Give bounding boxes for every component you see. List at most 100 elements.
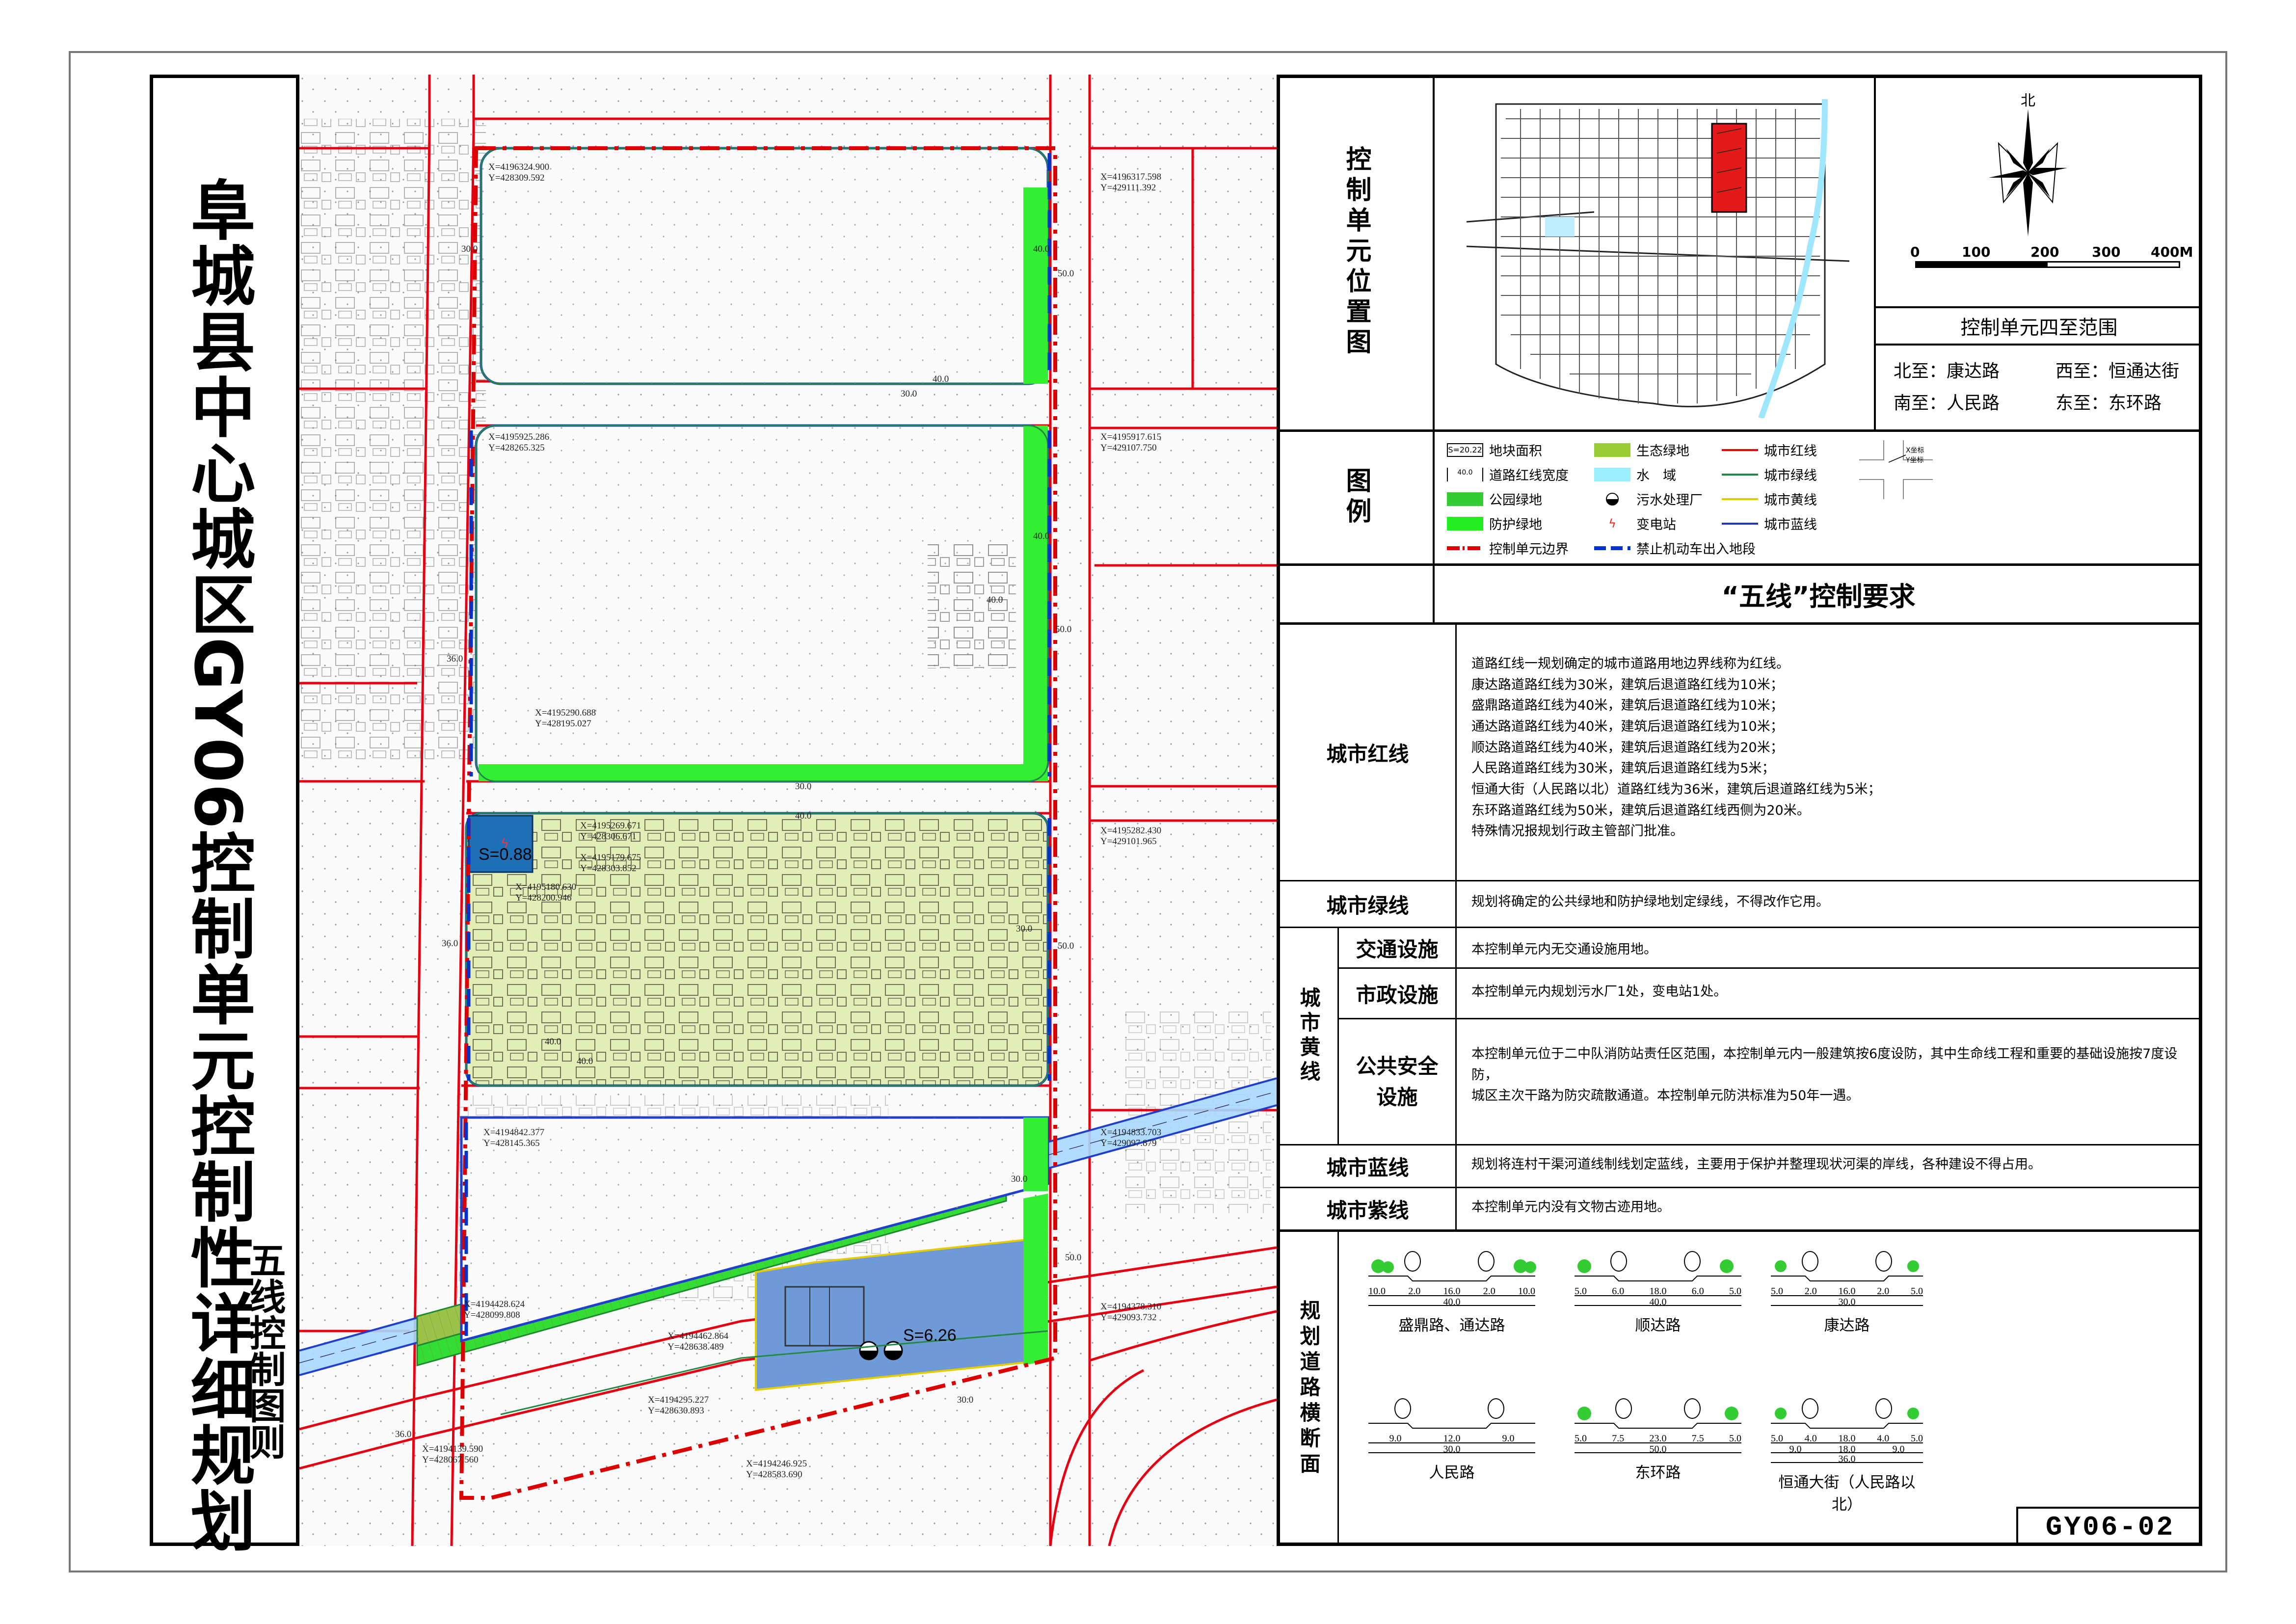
coordinate-label: X=4194246.925 Y=428583.690 [746, 1459, 807, 1480]
legend-item-no-entry: 禁止机动车出入地段 [1594, 538, 1756, 558]
coordinate-label: X=4194378.310 Y=429093.732 [1100, 1302, 1162, 1323]
red-line-label: 城市红线 [1326, 742, 1409, 766]
coordinate-label: X=4195925.286 Y=428265.325 [488, 432, 550, 453]
section-name: 东环路 [1635, 1464, 1681, 1482]
road-width-label: 40.0 [795, 811, 812, 821]
road-width-label: 50.0 [1065, 1252, 1082, 1263]
bounds-title: 控制单元四至范围 [1960, 317, 2118, 339]
coordinate-label: X=4195290.688 Y=428195.027 [535, 708, 596, 729]
road-width-label: 40.0 [577, 1056, 593, 1066]
section-dims: 5.0 7.5 23.0 7.5 5.0 [1575, 1433, 1741, 1444]
municipal-label: 市政设施 [1356, 983, 1439, 1007]
drawing-number: GY06-02 [2016, 1507, 2202, 1546]
legend-item-road-width: 40.0 道路红线宽度 [1447, 465, 1569, 484]
section-total: 40.0 [1443, 1297, 1461, 1307]
blue-line-swatch [1722, 522, 1758, 525]
coordinate-label: X=4195269.671 Y=428306.671 [580, 821, 641, 842]
legend-label-cell: 图例 [1280, 432, 1435, 563]
section-name: 康达路 [1824, 1317, 1870, 1334]
section-dims: 5.0 2.0 16.0 2.0 5.0 [1771, 1286, 1923, 1297]
legend-item-substation: ϟ 变电站 [1594, 514, 1676, 533]
traffic-label-cell: 交通设施 [1339, 928, 1457, 967]
road-width-label: 36.0 [447, 654, 463, 664]
road-width-label: 40.0 [987, 595, 1003, 605]
coordinate-label: X=4194833.703 Y=429097.879 [1100, 1127, 1162, 1148]
legend-item-yellow-line: 城市黄线 [1722, 489, 1817, 508]
section-dims: 5.0 4.0 18.0 4.0 5.0 [1771, 1433, 1923, 1444]
blue-line-text: 规划将连村干渠河道线制线划定蓝线，主要用于保护并整理现状河渠的岸线，各种建设不得… [1471, 1157, 2041, 1172]
map-canvas: ϟ [299, 75, 1277, 1546]
legend-item-sewage: 污水处理厂 [1594, 489, 1703, 508]
location-label-cell: 控制单元位置图 [1280, 75, 1435, 429]
legend-item-park-green: 公园绿地 [1447, 489, 1542, 508]
five-lines-title: “五线”控制要求 [1721, 581, 1916, 612]
sewage-icon [1594, 492, 1630, 506]
road-width-label: 40.0 [1033, 531, 1050, 541]
cross-section-label: 规划道路横断面 [1297, 1300, 1321, 1478]
municipal-text: 本控制单元内规划污水厂1处，变电站1处。 [1471, 984, 1727, 999]
plot-area-symbol: S=20.22 [1447, 443, 1483, 457]
green-line-text: 规划将确定的公共绿地和防护绿地划定绿线，不得改作它用。 [1471, 894, 1829, 909]
safety-label-cell: 公共安全设施 [1339, 1019, 1457, 1144]
yellow-line-label-cell: 城市黄线 [1280, 928, 1339, 1144]
location-map [1447, 89, 1867, 420]
compass-rose-icon [1989, 109, 2067, 237]
green-line-label-cell: 城市绿线 [1280, 881, 1457, 927]
legend-item-red-line: 城市红线 [1722, 440, 1817, 459]
purple-line-label: 城市紫线 [1326, 1198, 1409, 1223]
bound-east: 东至：东环路 [2056, 393, 2162, 413]
coordinate-label: X=4194462.864 Y=428638.489 [667, 1331, 729, 1352]
section-name: 顺达路 [1635, 1317, 1681, 1334]
coord-key: X坐标 Y坐标 [1859, 440, 1933, 499]
yellow-line-swatch [1722, 498, 1758, 500]
road-width-label: 36.0 [442, 938, 458, 949]
legend: S=20.22 地块面积 40.0 道路红线宽度 公园绿地 防护绿地 控制单元边… [1447, 440, 2198, 558]
purple-line-text: 本控制单元内没有文物古迹用地。 [1471, 1199, 1670, 1215]
bound-west: 西至：恒通达街 [2056, 361, 2180, 381]
coordinate-label: X=4195917.615 Y=429107.750 [1100, 432, 1162, 453]
no-entry-swatch [1594, 546, 1630, 550]
section-name: 盛鼎路、通达路 [1398, 1317, 1505, 1334]
legend-item-green-line: 城市绿线 [1722, 465, 1817, 484]
road-width-label: 30.0 [1016, 924, 1033, 934]
red-line-text: 道路红线一规划确定的城市道路用地边界线称为红线。 康达路道路红线为30米，建筑后… [1471, 656, 1881, 839]
legend-item-protect-green: 防护绿地 [1447, 514, 1542, 533]
scale-tick: 400M [2151, 244, 2193, 260]
eco-green-swatch [1594, 443, 1630, 457]
legend-item-plot-area: S=20.22 地块面积 [1447, 440, 1542, 459]
road-width-symbol: 40.0 [1447, 467, 1483, 481]
road-width-label: 50.0 [1055, 624, 1072, 635]
coordinate-label: X=4196317.598 Y=429111.392 [1100, 172, 1162, 193]
water-swatch [1594, 467, 1630, 481]
plot-area-label: S=6.26 [903, 1326, 957, 1345]
yellow-line-label: 城市黄线 [1297, 987, 1321, 1085]
road-width-label: 30.0 [901, 389, 917, 399]
page-subtitle: 五线控制图则 [243, 1242, 286, 1460]
section-name: 恒通大街（人民路以北） [1778, 1474, 1916, 1514]
section-name: 人民路 [1429, 1464, 1475, 1482]
location-map-graphic [1466, 99, 1850, 420]
coordinate-label: X=4195179.675 Y=428303.852 [580, 852, 641, 874]
road-width-label: 36.0 [395, 1429, 412, 1439]
road-width-label: 50.0 [1058, 268, 1074, 279]
section-dims: 5.0 6.0 18.0 6.0 5.0 [1575, 1286, 1741, 1297]
section-total: 40.0 [1649, 1297, 1667, 1307]
section-dims: 9.0 12.0 9.0 [1389, 1433, 1515, 1444]
scale-tick: 200 [2030, 244, 2059, 260]
green-line-label: 城市绿线 [1326, 893, 1409, 918]
safety-text: 本控制单元位于二中队消防站责任区范围，本控制单元内一般建筑按6度设防，其中生命线… [1471, 1046, 2178, 1104]
municipal-label-cell: 市政设施 [1339, 969, 1457, 1018]
cross-section-label-cell: 规划道路横断面 [1280, 1232, 1339, 1546]
cross-sections: 10.0 2.0 16.0 2.0 10.0 40.0 盛鼎路、通达路 5.0 6.0 18… [1339, 1232, 2202, 1514]
legend-item-eco-green: 生态绿地 [1594, 440, 1689, 459]
plot-area-label: S=0.88 [479, 845, 532, 864]
scale-tick: 0 [1910, 244, 1920, 260]
traffic-label: 交通设施 [1356, 937, 1439, 961]
coordinate-label: X=4195180.630 Y=428200.946 [515, 882, 577, 903]
plan-map[interactable]: ϟ S=0.88 S=6.26 X=4196324.900 Y=428309.5… [296, 75, 1280, 1546]
road-width-label: 30.0 [1011, 1174, 1028, 1184]
scale-tick: 100 [1962, 244, 1991, 260]
park-green-swatch [1447, 492, 1483, 506]
red-line-swatch [1722, 449, 1758, 451]
road-width-label: 40.0 [545, 1037, 561, 1047]
